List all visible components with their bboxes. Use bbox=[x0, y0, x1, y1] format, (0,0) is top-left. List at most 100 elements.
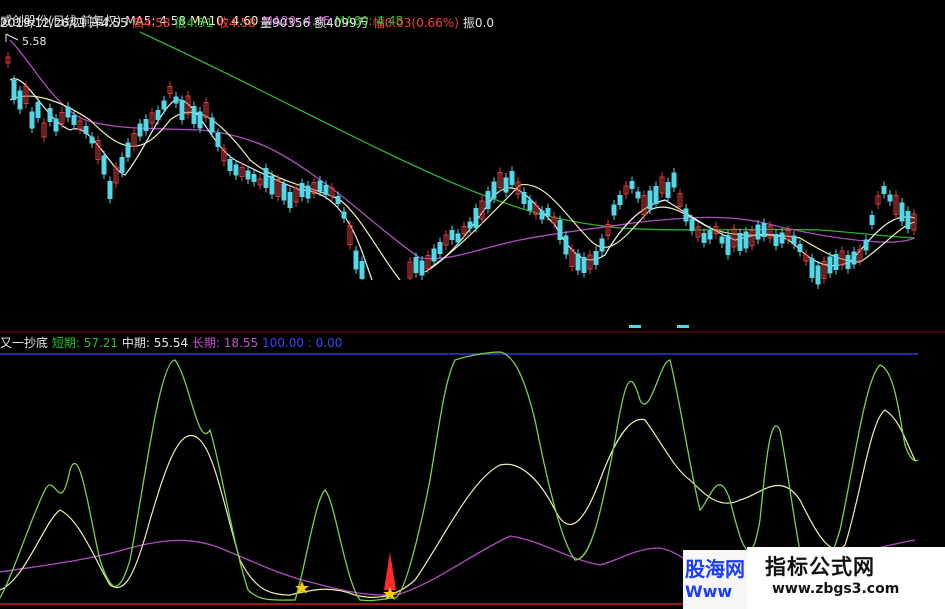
candle-body bbox=[413, 257, 419, 273]
candle-body bbox=[539, 210, 545, 220]
candle-body bbox=[419, 260, 425, 276]
candle-body bbox=[197, 111, 203, 129]
candle-body bbox=[611, 204, 617, 216]
candle-body bbox=[179, 100, 185, 120]
candle-body bbox=[809, 258, 815, 278]
candle-body bbox=[467, 221, 473, 229]
candle-body bbox=[65, 106, 71, 118]
candle-body bbox=[557, 220, 563, 240]
candle-body bbox=[887, 194, 893, 202]
candle-body bbox=[653, 186, 659, 204]
candle-body bbox=[299, 183, 305, 197]
candle-body bbox=[773, 234, 779, 246]
candle-body bbox=[725, 235, 731, 255]
candle-body bbox=[17, 90, 23, 110]
candle-body bbox=[851, 251, 857, 265]
watermark-url: www.zbgs3.com bbox=[772, 581, 900, 597]
candle-body bbox=[629, 181, 635, 189]
candle-body bbox=[485, 191, 491, 209]
candle-body bbox=[665, 182, 671, 198]
candle-body bbox=[509, 171, 515, 185]
candle-body bbox=[173, 96, 179, 104]
candle-body bbox=[215, 133, 221, 147]
candle-body bbox=[431, 248, 437, 262]
candle-body bbox=[53, 118, 59, 132]
candle-body bbox=[761, 223, 767, 237]
candle-body bbox=[671, 172, 677, 188]
candle-body bbox=[359, 261, 365, 279]
max-price-marker bbox=[5, 33, 19, 42]
candle-body bbox=[107, 181, 113, 199]
candle-body bbox=[305, 185, 311, 199]
candle-body bbox=[563, 235, 569, 255]
volume-bar bbox=[629, 325, 641, 328]
candle-body bbox=[29, 111, 35, 129]
candle-body bbox=[35, 102, 41, 118]
candle-body bbox=[503, 177, 509, 193]
buy-signal-arrow bbox=[384, 552, 396, 590]
candle-body bbox=[449, 230, 455, 240]
candle-body bbox=[269, 175, 275, 195]
indicator-header: 又一抄底 短期: 57.21 中期: 55.54 长期: 18.55 100.0… bbox=[0, 334, 342, 352]
candle-body bbox=[797, 244, 803, 252]
candle-body bbox=[287, 192, 293, 208]
candle-body bbox=[263, 168, 269, 188]
candle-body bbox=[281, 183, 287, 201]
candle-body bbox=[701, 233, 707, 243]
candle-body bbox=[899, 202, 905, 222]
candle-body bbox=[791, 235, 797, 245]
candle-body bbox=[137, 123, 143, 137]
candle-body bbox=[47, 108, 53, 122]
candle-body bbox=[191, 106, 197, 124]
candle-body bbox=[491, 181, 497, 199]
candle-body bbox=[155, 110, 161, 120]
candle-body bbox=[755, 224, 761, 240]
candle-body bbox=[683, 208, 689, 222]
candle-body bbox=[881, 186, 887, 194]
volume-bar bbox=[677, 325, 689, 328]
candle-body bbox=[521, 192, 527, 204]
candle-body bbox=[779, 232, 785, 244]
candle-body bbox=[227, 159, 233, 171]
candle-body bbox=[635, 191, 641, 199]
candle-body bbox=[335, 196, 341, 204]
candle-body bbox=[617, 195, 623, 205]
candle-body bbox=[83, 126, 89, 134]
candle-body bbox=[581, 257, 587, 273]
candle-body bbox=[575, 253, 581, 271]
indicator-name: 又一抄底 bbox=[0, 336, 49, 350]
watermark-title: 指标公式网 bbox=[765, 555, 875, 579]
watermark-url-left: Www bbox=[685, 582, 733, 601]
candle-body bbox=[845, 255, 851, 269]
candle-body bbox=[743, 231, 749, 249]
candle-body bbox=[317, 180, 323, 192]
candle-body bbox=[719, 236, 725, 244]
candle-body bbox=[827, 256, 833, 274]
candle-body bbox=[593, 251, 599, 265]
candle-body bbox=[863, 239, 869, 251]
candle-body bbox=[11, 80, 17, 100]
candle-body bbox=[689, 219, 695, 231]
indicator-mid: 中期: 55.54 bbox=[121, 336, 189, 350]
candle-body bbox=[101, 155, 107, 175]
candle-body bbox=[353, 250, 359, 270]
candle-body bbox=[209, 117, 215, 133]
candle-body bbox=[869, 215, 875, 225]
blank-panel-bottom bbox=[224, 280, 721, 328]
candle-body bbox=[905, 211, 911, 229]
chart-canvas[interactable]: 5.58 bbox=[0, 0, 945, 609]
candle-body bbox=[599, 238, 605, 252]
candle-body bbox=[815, 265, 821, 285]
candle-body bbox=[251, 174, 257, 182]
candle-body bbox=[71, 115, 77, 125]
candle-body bbox=[455, 233, 461, 243]
candle-body bbox=[125, 142, 131, 158]
candle-body bbox=[233, 164, 239, 176]
candle-body bbox=[833, 254, 839, 270]
candle-body bbox=[707, 230, 713, 240]
candle-body bbox=[143, 119, 149, 131]
candle-body bbox=[89, 136, 95, 144]
indicator-extra: 100.00 : 0.00 bbox=[261, 336, 343, 350]
candle-body bbox=[545, 208, 551, 216]
watermark-title-left: 股海网 bbox=[685, 557, 745, 581]
